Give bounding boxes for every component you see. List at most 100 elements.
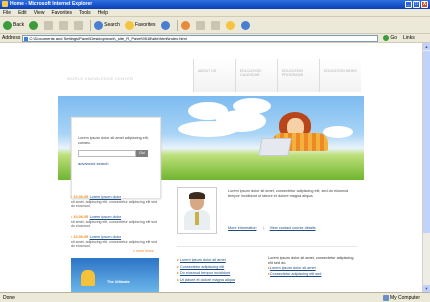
mail-icon — [180, 20, 190, 30]
news-link[interactable]: Lorem ipsum dolor — [90, 215, 121, 219]
menu-favorites[interactable]: Favorites — [51, 10, 72, 16]
status-text: Done — [3, 294, 15, 301]
history-button[interactable] — [160, 19, 172, 31]
menu-help[interactable]: Help — [98, 10, 108, 16]
menu-view[interactable]: View — [34, 10, 45, 16]
print-icon — [195, 20, 205, 30]
close-button[interactable]: X — [421, 1, 428, 8]
status-bar: Done My Computer — [0, 292, 430, 302]
print-button[interactable] — [195, 19, 207, 31]
news-text: sit amet, adipiscing elit, consectetur a… — [71, 219, 158, 229]
search-button[interactable]: Search — [93, 19, 121, 31]
news-text: sit amet, adipiscing elit, consectetur a… — [71, 200, 158, 209]
search-label: Search — [104, 22, 120, 28]
mail-button[interactable] — [180, 19, 192, 31]
scrollbar-thumb[interactable] — [423, 51, 430, 233]
menu-tools[interactable]: Tools — [79, 10, 91, 16]
history-icon — [160, 20, 170, 30]
cloud-shape — [178, 121, 238, 137]
advanced-search-link[interactable]: advanced search — [78, 161, 108, 166]
news-link[interactable]: Lorem ipsum dolor — [90, 235, 121, 239]
go-button[interactable]: Go — [383, 35, 397, 41]
right-column-link[interactable]: Consectetur adipiscing elit sed — [268, 271, 356, 277]
right-column-text: Lorem ipsum dolor sit amet, consectetur … — [268, 256, 354, 265]
news-item: • 10.06.05 Lorem ipsum dolor sit amet, a… — [71, 194, 159, 209]
right-column: Lorem ipsum dolor sit amet, consectetur … — [268, 256, 356, 277]
graduate-illustration — [81, 270, 95, 286]
edit-icon — [210, 20, 220, 30]
site-logo[interactable]: WORLD KNOWLEDGE CENTER — [67, 76, 133, 81]
cloud-shape — [323, 126, 353, 138]
maximize-button[interactable]: □ — [413, 1, 420, 8]
search-panel: Lorem ipsum dolor sit amet adipiscing el… — [71, 117, 161, 199]
stop-icon — [44, 20, 54, 30]
promo-banner[interactable]: The Ultimate — [71, 258, 159, 292]
forward-button[interactable] — [28, 19, 40, 31]
top-navigation: ABOUT US EDUCATION CALENDAR EDUCATION PR… — [193, 59, 361, 92]
cloud-shape — [233, 98, 271, 114]
address-label: Address — [2, 35, 21, 41]
back-arrow-icon — [3, 20, 12, 30]
go-label: Go — [390, 35, 398, 41]
edit-button[interactable] — [210, 19, 222, 31]
folder-button[interactable] — [225, 19, 237, 31]
nav-education-news[interactable]: EDUCATION NEWS — [319, 59, 361, 92]
star-icon — [124, 20, 134, 30]
go-arrow-icon — [383, 35, 390, 41]
ie-logo-icon — [2, 1, 8, 7]
news-link[interactable]: Lorem ipsum dolor — [90, 195, 121, 199]
menu-file[interactable]: File — [3, 10, 11, 16]
menu-edit[interactable]: Edit — [18, 10, 27, 16]
links-button[interactable]: Links — [403, 35, 415, 41]
nav-education-calendar[interactable]: EDUCATION CALENDAR — [235, 59, 277, 92]
search-description: Lorem ipsum dolor sit amet adipiscing el… — [78, 136, 149, 145]
link-divider: | — [262, 226, 264, 230]
news-date: • 10.06.05 — [71, 195, 89, 199]
minimize-button[interactable]: _ — [405, 1, 412, 8]
favorites-label: Favorites — [134, 22, 156, 28]
forward-arrow-icon — [29, 20, 39, 30]
messenger-icon — [240, 20, 250, 30]
list-item[interactable]: Ut labore et dolore magna aliqua — [177, 277, 257, 284]
news-list: • 10.06.05 Lorem ipsum dolor sit amet, a… — [71, 194, 159, 253]
stop-button[interactable] — [43, 19, 55, 31]
promo-text: The Ultimate — [107, 280, 130, 284]
news-text: sit amet, adipiscing elit, consectetur a… — [71, 239, 158, 249]
toolbar-divider — [90, 19, 92, 31]
website: WORLD KNOWLEDGE CENTER ABOUT US EDUCATIO… — [58, 51, 364, 292]
news-date: • 10.06.05 — [71, 214, 89, 219]
site-search-input[interactable] — [78, 150, 136, 157]
link-list: Lorem ipsum dolor sit amet Consectetur a… — [177, 257, 257, 283]
computer-icon — [382, 294, 389, 301]
menu-bar: File Edit View Favorites Tools Help — [0, 9, 430, 17]
site-search-button[interactable]: Go! — [136, 150, 148, 157]
page-icon — [24, 36, 29, 41]
vertical-scrollbar[interactable]: ▲ ▼ — [422, 43, 430, 292]
messenger-button[interactable] — [240, 19, 252, 31]
refresh-button[interactable] — [58, 19, 70, 31]
home-icon — [74, 20, 84, 30]
refresh-icon — [59, 20, 69, 30]
scroll-up-arrow-icon[interactable]: ▲ — [423, 43, 430, 50]
news-item: • 10.06.05 Lorem ipsum dolor sit amet, a… — [71, 214, 159, 229]
laptop-illustration — [258, 138, 292, 156]
nav-education-programs[interactable]: EDUCATION PROGRAMS — [277, 59, 319, 92]
window-title: Home - Microsoft Internet Explorer — [10, 1, 93, 7]
more-information-link[interactable]: More information — [228, 226, 257, 230]
back-button[interactable]: Back — [2, 19, 25, 31]
more-news-link[interactable]: » more news — [133, 249, 154, 253]
toolbar-divider — [176, 19, 178, 31]
back-label: Back — [13, 22, 25, 28]
address-bar: Address C:\Documents and Settings\Pavel\… — [0, 34, 430, 43]
home-button[interactable] — [73, 19, 85, 31]
favorites-button[interactable]: Favorites — [124, 19, 157, 31]
nav-about-us[interactable]: ABOUT US — [193, 59, 235, 92]
news-item: • 10.06.05 Lorem ipsum dolor sit amet, a… — [71, 234, 159, 249]
search-icon — [94, 20, 104, 30]
address-input[interactable]: C:\Documents and Settings\Pavel\Desktop\… — [22, 34, 379, 42]
title-bar: Home - Microsoft Internet Explorer _ □ X — [0, 0, 430, 9]
course-details-link[interactable]: View contact course details — [270, 226, 316, 230]
scroll-down-arrow-icon[interactable]: ▼ — [423, 285, 430, 292]
content-divider — [177, 246, 357, 247]
featured-photo — [177, 187, 217, 234]
